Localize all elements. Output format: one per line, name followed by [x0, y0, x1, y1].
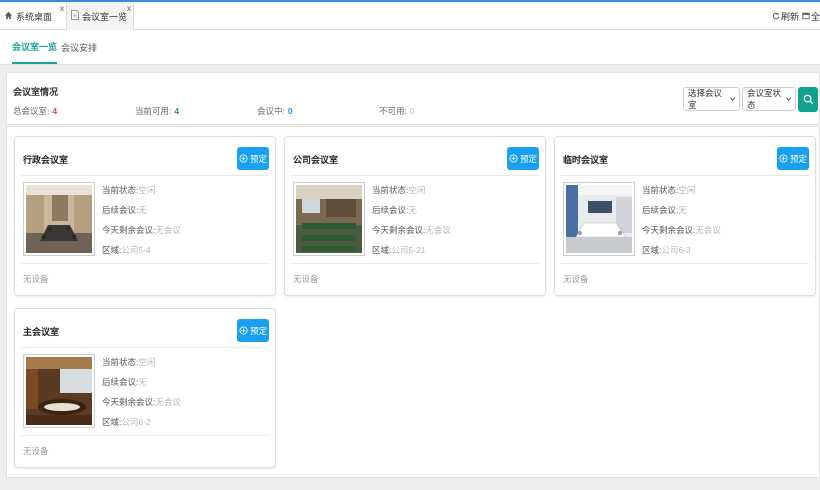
stat-unavailable: 不可用: 0 [379, 105, 415, 117]
divider [561, 175, 809, 176]
room-card-grid: 行政会议室 预定 当前状态:空闲 后续会议:无 今天剩余会议:无会议 区域:公司… [6, 126, 820, 478]
stat-label: 当前可用: [135, 106, 172, 116]
top-actions: 刷新 全 [772, 2, 820, 30]
book-button[interactable]: 预定 [507, 147, 539, 170]
book-label: 预定 [519, 153, 537, 164]
search-button[interactable] [798, 87, 818, 112]
divider [21, 347, 269, 348]
divider [21, 175, 269, 176]
tab-room-overview[interactable]: 会议室一览 [12, 30, 58, 64]
room-photo [23, 182, 95, 256]
summary-title: 会议室情况 [13, 87, 59, 97]
room-photo [563, 182, 635, 256]
room-card: 公司会议室 预定 当前状态:空闲 后续会议:无 今天剩余会议:无会议 区域:公司… [284, 136, 546, 296]
document-icon [71, 10, 79, 22]
tab-system-desktop[interactable]: 系统桌面 x [0, 2, 66, 30]
divider [561, 263, 809, 264]
room-remaining-meetings: 今天剩余会议:无会议 [102, 225, 181, 235]
room-name: 行政会议室 [23, 155, 69, 165]
book-label: 预定 [249, 325, 267, 336]
room-next-meeting: 后续会议:无 [102, 205, 147, 215]
status-select-value: 会议室状态 [747, 88, 782, 110]
stat-value: 0 [409, 106, 415, 116]
plus-circle-icon [509, 154, 518, 163]
chevron-down-icon [786, 97, 791, 101]
room-name: 主会议室 [23, 327, 60, 337]
room-area: 区域:公司5-4 [102, 245, 151, 255]
room-equipment: 无设备 [563, 274, 589, 284]
plus-circle-icon [239, 154, 248, 163]
book-button[interactable]: 预定 [237, 319, 269, 342]
room-next-meeting: 后续会议:无 [102, 377, 147, 387]
book-label: 预定 [249, 153, 267, 164]
room-name: 公司会议室 [293, 155, 339, 165]
room-area: 区域:公司6-2 [102, 417, 151, 427]
room-equipment: 无设备 [293, 274, 319, 284]
refresh-icon [772, 12, 780, 20]
search-icon [803, 94, 813, 105]
refresh-label: 刷新 [780, 11, 799, 22]
home-icon [4, 11, 13, 22]
plus-circle-icon [779, 154, 788, 163]
room-select-value: 选择会议室 [688, 88, 723, 110]
room-area: 区域:公司6-3 [642, 245, 691, 255]
divider [21, 263, 269, 264]
stat-value: 0 [287, 106, 293, 116]
tab-label: 会议室一览 [82, 11, 128, 22]
sub-tab-bar: 会议室一览 会议安排 [0, 30, 820, 65]
room-remaining-meetings: 今天剩余会议:无会议 [102, 397, 181, 407]
book-button[interactable]: 预定 [777, 147, 809, 170]
divider [291, 263, 539, 264]
room-equipment: 无设备 [23, 446, 49, 456]
room-card: 临时会议室 预定 当前状态:空闲 后续会议:无 今天剩余会议:无会议 区域:公司… [554, 136, 816, 296]
room-status: 当前状态:空闲 [372, 185, 426, 195]
room-status: 当前状态:空闲 [642, 185, 696, 195]
fullscreen-button[interactable]: 全 [802, 10, 820, 23]
close-icon[interactable]: x [60, 5, 64, 13]
tab-meeting-room-list[interactable]: 会议室一览 x [66, 2, 134, 30]
top-tab-bar: 系统桌面 x 会议室一览 x 刷新 全 [0, 0, 820, 30]
stat-label: 不可用: [379, 106, 407, 116]
fullscreen-icon [802, 12, 810, 20]
room-card: 主会议室 预定 当前状态:空闲 后续会议:无 今天剩余会议:无会议 区域:公司6… [14, 308, 276, 468]
status-select[interactable]: 会议室状态 [742, 87, 796, 111]
plus-circle-icon [239, 326, 248, 335]
room-summary-panel: 会议室情况 总会议室: 4 当前可用: 4 会议中: 0 不可用: 0 选择会议室 会议… [6, 72, 820, 125]
stat-value: 4 [52, 106, 58, 116]
divider [291, 175, 539, 176]
room-remaining-meetings: 今天剩余会议:无会议 [372, 225, 451, 235]
chevron-down-icon [729, 97, 735, 101]
book-label: 预定 [789, 153, 807, 164]
room-status: 当前状态:空闲 [102, 357, 156, 367]
stat-in-meeting: 会议中: 0 [257, 105, 293, 117]
fullscreen-label: 全 [810, 11, 820, 22]
room-next-meeting: 后续会议:无 [642, 205, 687, 215]
divider [21, 435, 269, 436]
refresh-button[interactable]: 刷新 [772, 10, 799, 23]
room-next-meeting: 后续会议:无 [372, 205, 417, 215]
room-status: 当前状态:空闲 [102, 185, 156, 195]
tab-meeting-schedule[interactable]: 会议安排 [61, 30, 97, 64]
room-area: 区域:公司5-21 [372, 245, 426, 255]
stat-total: 总会议室: 4 [13, 105, 57, 117]
room-photo [293, 182, 365, 256]
stat-label: 总会议室: [13, 106, 50, 116]
room-remaining-meetings: 今天剩余会议:无会议 [642, 225, 721, 235]
room-card: 行政会议室 预定 当前状态:空闲 后续会议:无 今天剩余会议:无会议 区域:公司… [14, 136, 276, 296]
stat-label: 会议中: [257, 106, 285, 116]
room-equipment: 无设备 [23, 274, 49, 284]
close-icon[interactable]: x [127, 5, 131, 13]
stat-value: 4 [174, 106, 180, 116]
room-select[interactable]: 选择会议室 [683, 87, 740, 111]
tab-label: 系统桌面 [16, 11, 53, 22]
stat-available: 当前可用: 4 [135, 105, 179, 117]
book-button[interactable]: 预定 [237, 147, 269, 170]
room-photo [23, 354, 95, 428]
room-name: 临时会议室 [563, 155, 609, 165]
